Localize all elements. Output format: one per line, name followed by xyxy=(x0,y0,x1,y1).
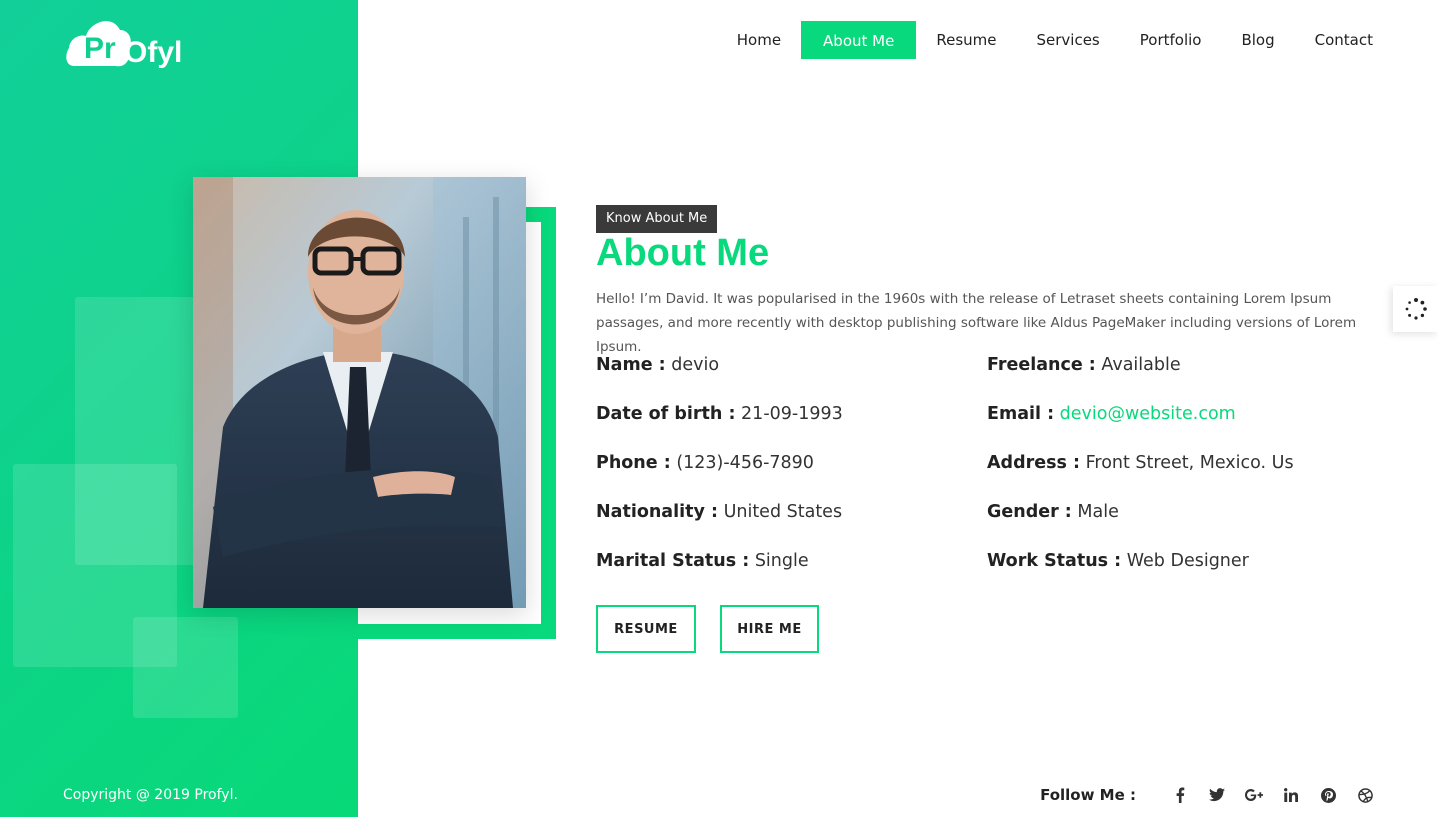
facebook-icon[interactable] xyxy=(1171,786,1189,804)
nav-services[interactable]: Services xyxy=(1016,21,1119,59)
info-value: Available xyxy=(1101,355,1181,375)
info-label: Email : xyxy=(987,404,1055,424)
info-label: Marital Status : xyxy=(596,551,750,571)
info-label: Phone : xyxy=(596,453,671,473)
info-value: Front Street, Mexico. Us xyxy=(1085,453,1294,473)
svg-text:Ofyl: Ofyl xyxy=(124,36,182,69)
nav-blog[interactable]: Blog xyxy=(1221,21,1294,59)
info-label: Freelance : xyxy=(987,355,1096,375)
info-value: 21-09-1993 xyxy=(741,404,843,424)
info-value: Web Designer xyxy=(1126,551,1249,571)
info-gender: Gender : Male xyxy=(987,499,1294,548)
logo[interactable]: Pr Ofyl Profyl xyxy=(64,12,204,70)
main-nav: Home About Me Resume Services Portfolio … xyxy=(717,21,1393,59)
info-value: Male xyxy=(1077,502,1119,522)
nav-contact[interactable]: Contact xyxy=(1295,21,1393,59)
google-plus-icon[interactable] xyxy=(1245,786,1263,804)
info-phone: Phone : (123)-456-7890 xyxy=(596,450,843,499)
pinterest-icon[interactable] xyxy=(1319,786,1337,804)
info-value: devio xyxy=(671,355,720,375)
logo-text: Profyl xyxy=(204,12,205,13)
info-date-of-birth: Date of birth : 21-09-1993 xyxy=(596,401,843,450)
section-tag: Know About Me xyxy=(596,205,718,233)
info-email: Email : devio@website.com xyxy=(987,401,1294,450)
page-title: About Me xyxy=(596,232,770,274)
dribbble-icon[interactable] xyxy=(1356,786,1374,804)
follow-label: Follow Me : xyxy=(1040,786,1136,804)
info-work-status: Work Status : Web Designer xyxy=(987,548,1294,597)
hire-me-button[interactable]: HIRE ME xyxy=(720,605,819,653)
nav-home[interactable]: Home xyxy=(717,21,801,59)
info-label: Work Status : xyxy=(987,551,1122,571)
settings-widget[interactable] xyxy=(1393,286,1438,332)
info-label: Address : xyxy=(987,453,1081,473)
info-value: Single xyxy=(754,551,809,571)
profile-photo xyxy=(193,177,526,608)
intro-text: Hello! I’m David. It was popularised in … xyxy=(596,291,1357,355)
info-column-left: Name : devio Date of birth : 21-09-1993 … xyxy=(596,352,843,597)
info-marital-status: Marital Status : Single xyxy=(596,548,843,597)
info-name: Name : devio xyxy=(596,352,843,401)
linkedin-icon[interactable] xyxy=(1282,786,1300,804)
info-value: United States xyxy=(723,502,843,522)
info-label: Name : xyxy=(596,355,666,375)
logo-mark-icon: Pr Ofyl xyxy=(66,21,182,69)
info-address: Address : Front Street, Mexico. Us xyxy=(987,450,1294,499)
info-value: (123)-456-7890 xyxy=(676,453,814,473)
twitter-icon[interactable] xyxy=(1208,786,1226,804)
nav-resume[interactable]: Resume xyxy=(916,21,1016,59)
info-label: Gender : xyxy=(987,502,1072,522)
loading-spinner-icon xyxy=(1405,298,1427,320)
decorative-square xyxy=(133,617,238,718)
resume-button[interactable]: RESUME xyxy=(596,605,696,653)
info-label: Date of birth : xyxy=(596,404,736,424)
email-link[interactable]: devio@website.com xyxy=(1060,404,1236,424)
copyright: Copyright @ 2019 Profyl. xyxy=(63,787,238,803)
nav-about-me[interactable]: About Me xyxy=(801,21,917,59)
info-nationality: Nationality : United States xyxy=(596,499,843,548)
nav-portfolio[interactable]: Portfolio xyxy=(1120,21,1222,59)
social-links: Follow Me : xyxy=(1040,786,1374,804)
svg-text:Pr: Pr xyxy=(84,32,116,65)
info-column-right: Freelance : Available Email : devio@webs… xyxy=(987,352,1294,597)
info-label: Nationality : xyxy=(596,502,718,522)
info-freelance: Freelance : Available xyxy=(987,352,1294,401)
